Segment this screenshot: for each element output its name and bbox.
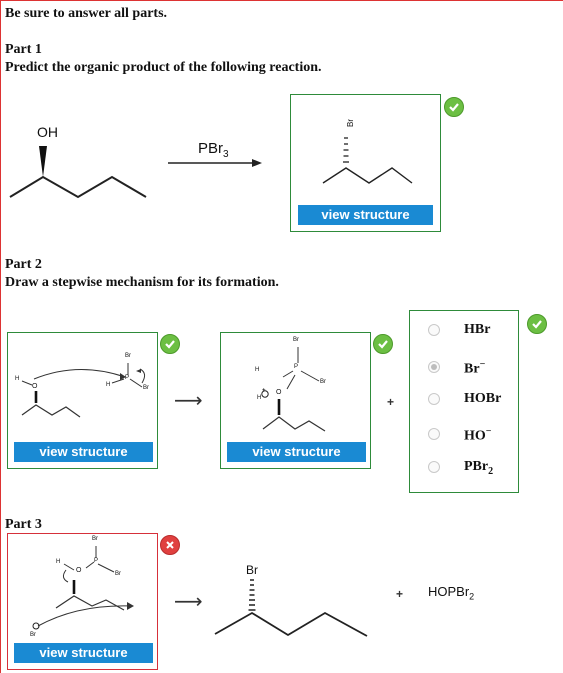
part3-product-br-label: Br bbox=[246, 563, 258, 577]
part3-product-structure bbox=[214, 579, 368, 637]
part3-plus-sign: + bbox=[396, 587, 404, 601]
part3-byproduct-label: HOPBr2 bbox=[428, 584, 475, 602]
